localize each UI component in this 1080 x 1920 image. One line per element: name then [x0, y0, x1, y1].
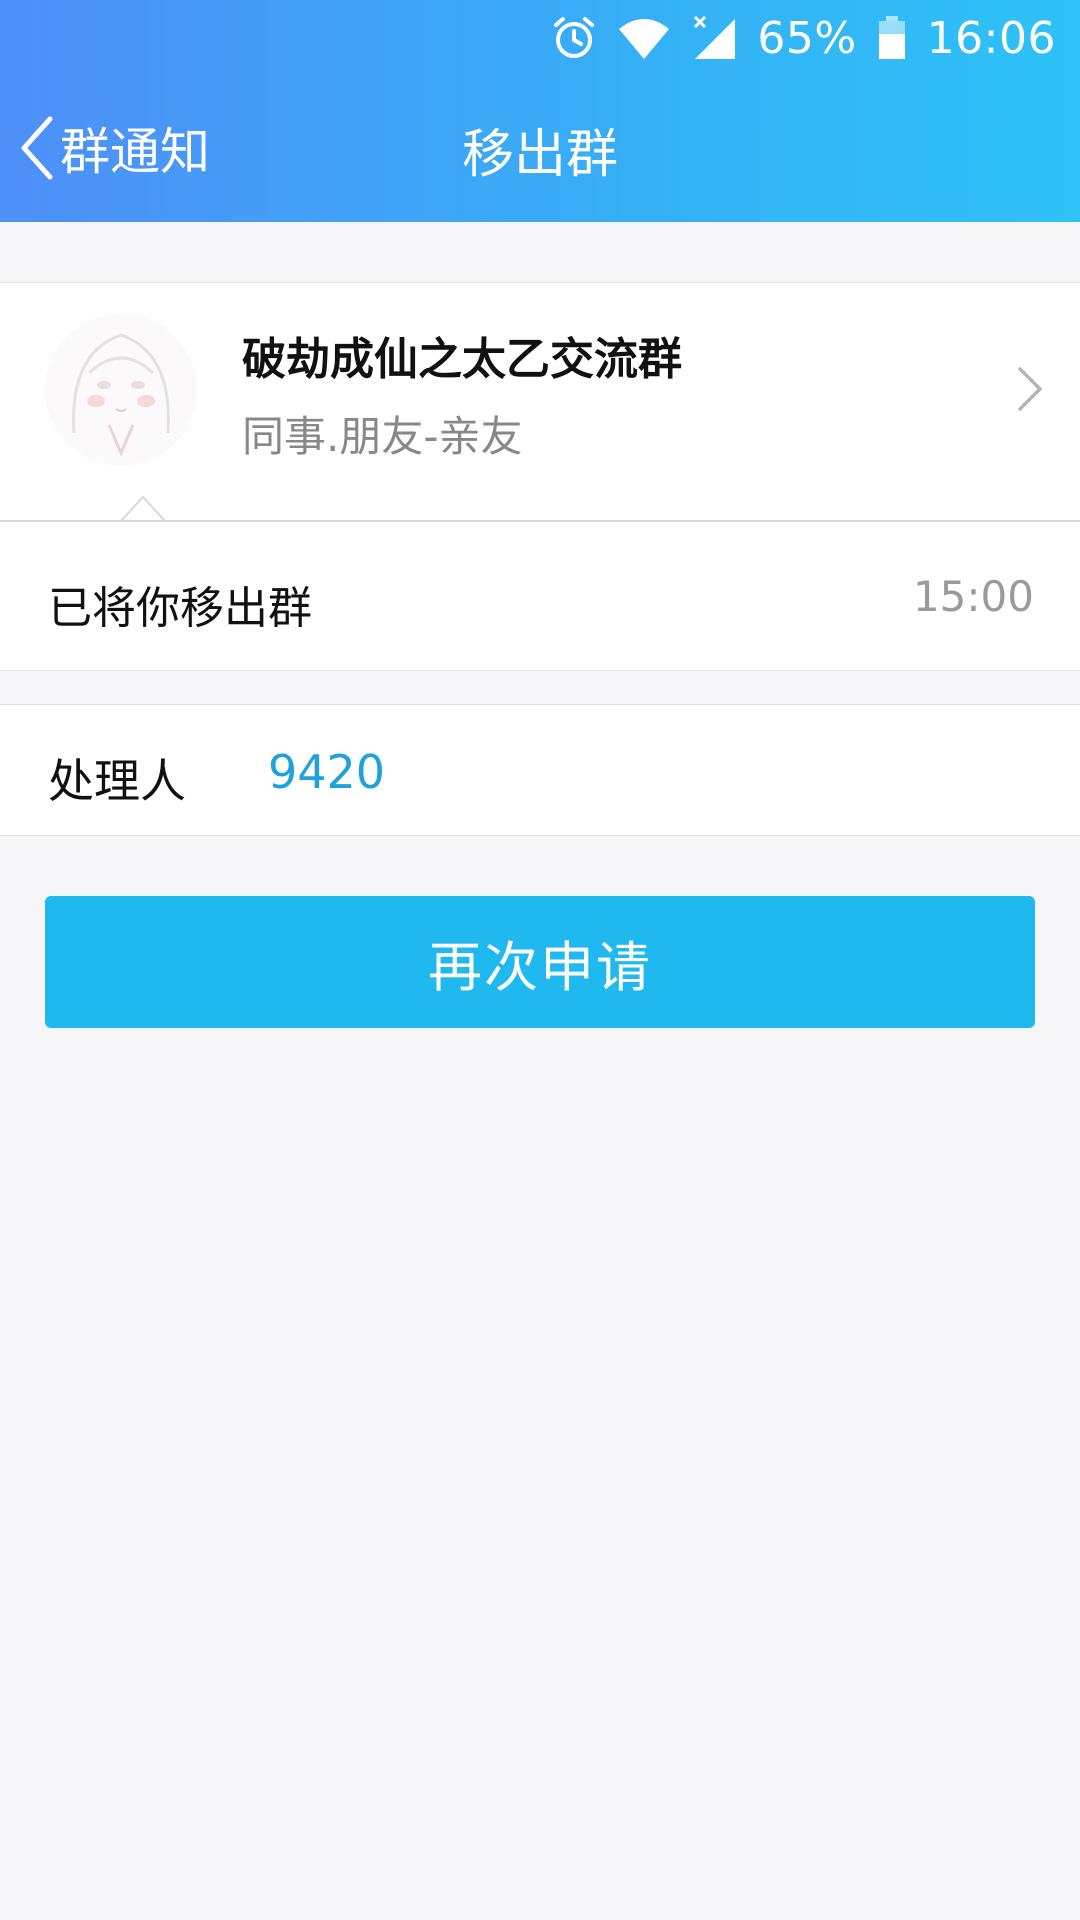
status-icons: 65% 16:06 — [551, 10, 1056, 66]
cell-signal-icon — [694, 15, 736, 59]
clock-time: 16:06 — [926, 12, 1056, 64]
app-header: 65% 16:06 群通知 移出群 — [0, 0, 1080, 222]
wifi-icon — [619, 19, 670, 59]
notice-row: 已将你移出群 15:00 — [0, 522, 1080, 671]
handler-row: 处理人 9420 — [0, 704, 1080, 836]
battery-icon — [878, 16, 905, 59]
status-bar: 65% 16:06 — [0, 0, 1080, 74]
group-card[interactable]: 破劫成仙之太乙交流群 同事.朋友-亲友 — [0, 282, 1080, 521]
battery-percent: 65% — [757, 12, 857, 64]
notice-time: 15:00 — [912, 572, 1034, 621]
page-title: 移出群 — [461, 125, 618, 185]
group-avatar — [45, 314, 197, 466]
reapply-button[interactable]: 再次申请 — [45, 896, 1035, 1028]
chevron-right-icon — [1018, 367, 1042, 411]
alarm-icon — [554, 17, 595, 58]
group-category: 同事.朋友-亲友 — [242, 412, 523, 461]
nav-bar: 群通知 移出群 — [0, 100, 1080, 200]
handler-link[interactable]: 9420 — [268, 745, 385, 799]
bubble-pointer — [121, 495, 165, 522]
handler-label: 处理人 — [48, 754, 186, 808]
group-name: 破劫成仙之太乙交流群 — [242, 334, 682, 385]
notice-text: 已将你移出群 — [48, 583, 312, 634]
